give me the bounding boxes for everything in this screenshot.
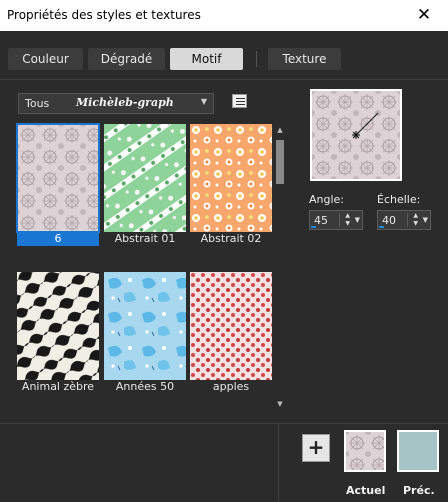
pattern-label: apples — [212, 380, 250, 393]
pattern-label: 6 — [17, 232, 99, 246]
header-divider — [0, 79, 448, 80]
pattern-item-abstrait-02[interactable]: Abstrait 02 — [190, 124, 272, 246]
pattern-scrollbar[interactable]: ▲ ▼ — [274, 125, 286, 409]
pattern-item-annees-50[interactable]: Années 50 — [104, 272, 186, 394]
spin-up-icon[interactable]: ▲ — [345, 212, 350, 220]
tab-couleur[interactable]: Couleur — [8, 48, 83, 70]
category-dropdown[interactable]: Tous Michèleb-graph ▼ — [18, 93, 214, 114]
scale-value[interactable]: 40 — [382, 214, 396, 227]
tab-degrade[interactable]: Dégradé — [88, 48, 165, 70]
tab-motif[interactable]: Motif — [170, 48, 243, 70]
previous-swatch-color — [399, 432, 437, 470]
angle-slider-bar[interactable] — [311, 226, 316, 228]
scale-label: Échelle: — [377, 193, 421, 206]
angle-value[interactable]: 45 — [314, 214, 328, 227]
category-scope: Tous — [25, 97, 50, 110]
pattern-label: Abstrait 02 — [200, 232, 262, 245]
pattern-item-apples[interactable]: apples — [190, 272, 272, 394]
current-label: Actuel — [346, 484, 386, 497]
pattern-item-6[interactable]: 6 — [16, 123, 100, 246]
scroll-down-icon[interactable]: ▼ — [275, 399, 285, 409]
spin-up-icon[interactable]: ▲ — [413, 212, 418, 220]
category-folder: Michèleb-graph — [76, 96, 174, 109]
list-view-icon[interactable] — [232, 94, 247, 108]
spin-down-icon[interactable]: ▼ — [413, 220, 418, 228]
pattern-thumbnail — [16, 123, 100, 233]
pattern-thumbnail — [190, 124, 272, 232]
previous-swatch[interactable] — [397, 430, 439, 472]
pattern-thumbnail — [104, 272, 186, 380]
pattern-grid: 6 Abstrait 01 Abstrait 02 Animal zèbre A… — [16, 123, 272, 410]
scroll-up-icon[interactable]: ▲ — [275, 125, 285, 135]
pattern-thumbnail — [190, 272, 272, 380]
chevron-down-icon[interactable]: ▼ — [423, 216, 428, 224]
pattern-label: Animal zèbre — [21, 380, 95, 393]
add-button[interactable]: + — [302, 434, 330, 462]
spin-down-icon[interactable]: ▼ — [345, 220, 350, 228]
chevron-down-icon: ▼ — [200, 97, 207, 106]
scale-slider-bar[interactable] — [379, 226, 384, 228]
window-title: Propriétés des styles et textures — [7, 8, 201, 22]
title-bar: Propriétés des styles et textures ✕ — [0, 0, 448, 31]
pattern-preview[interactable] — [310, 89, 402, 181]
pattern-thumbnail — [104, 124, 186, 232]
tab-texture[interactable]: Texture — [268, 48, 341, 70]
angle-spinbox[interactable]: 45 ▲ ▼ ▼ — [309, 210, 363, 230]
scrollbar-thumb[interactable] — [276, 140, 284, 184]
close-icon[interactable]: ✕ — [414, 5, 434, 25]
tab-separator — [256, 51, 257, 67]
pattern-label: Abstrait 01 — [114, 232, 176, 245]
pattern-thumbnail — [17, 272, 99, 380]
current-swatch[interactable] — [344, 430, 386, 472]
angle-handle-icon[interactable] — [352, 131, 360, 139]
previous-label: Préc. — [403, 484, 435, 497]
current-swatch-pattern — [346, 432, 384, 470]
pattern-label: Années 50 — [115, 380, 175, 393]
pattern-item-abstrait-01[interactable]: Abstrait 01 — [104, 124, 186, 246]
chevron-down-icon[interactable]: ▼ — [355, 216, 360, 224]
pattern-item-animal-zebre[interactable]: Animal zèbre — [17, 272, 99, 394]
bottom-divider — [278, 424, 279, 502]
preview-canvas — [312, 91, 400, 179]
scale-spinbox[interactable]: 40 ▲ ▼ ▼ — [377, 210, 431, 230]
angle-label: Angle: — [309, 193, 345, 206]
